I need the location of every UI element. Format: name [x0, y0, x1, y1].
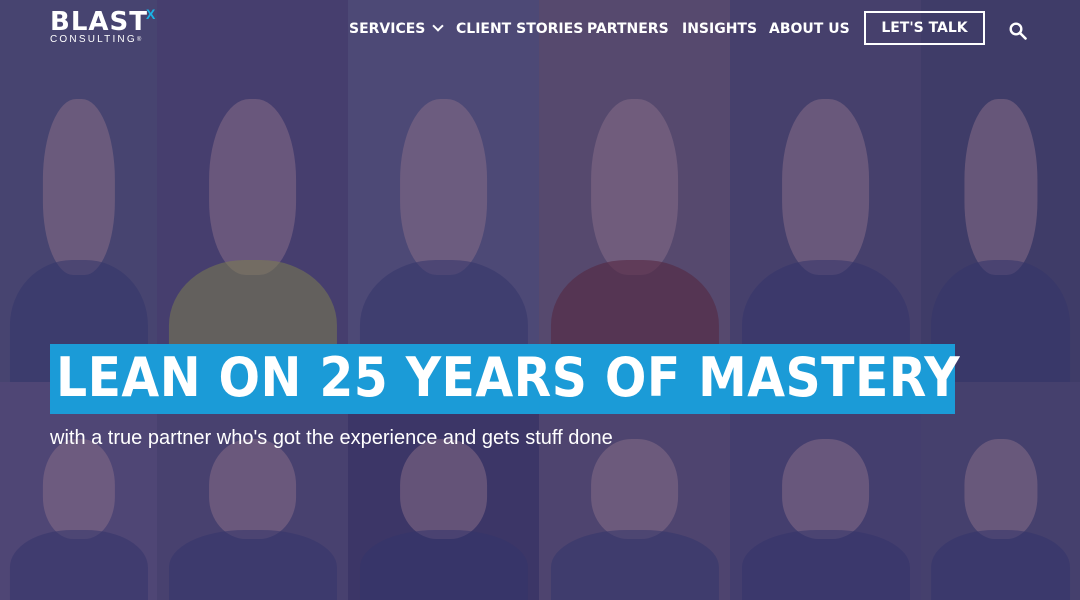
nav-item-insights[interactable]: INSIGHTS [682, 20, 757, 38]
nav-item-about-us[interactable]: ABOUT US [769, 20, 850, 38]
hero-subheading: with a true partner who's got the experi… [50, 427, 613, 449]
logo-tagline-text: CONSULTING [50, 34, 137, 45]
nav-item-client-stories[interactable]: CLIENT STORIES [456, 20, 583, 38]
lets-talk-button[interactable]: LET'S TALK [864, 11, 985, 45]
hero-headline: LEAN ON 25 YEARS OF MASTERY [56, 346, 961, 409]
site-logo[interactable]: BLAST X CONSULTING® [50, 6, 155, 45]
logo-wordmark: BLAST [50, 7, 148, 37]
chevron-down-icon [432, 20, 445, 32]
nav-item-label: SERVICES [349, 21, 426, 37]
nav-item-services[interactable]: SERVICES [349, 20, 445, 38]
search-icon[interactable] [1009, 22, 1027, 40]
hero-color-overlay [0, 0, 1080, 600]
nav-item-partners[interactable]: PARTNERS [587, 20, 669, 38]
logo-tagline: CONSULTING® [50, 35, 148, 45]
logo-x-mark: X [146, 6, 156, 22]
logo-registered-mark: ® [136, 37, 142, 43]
